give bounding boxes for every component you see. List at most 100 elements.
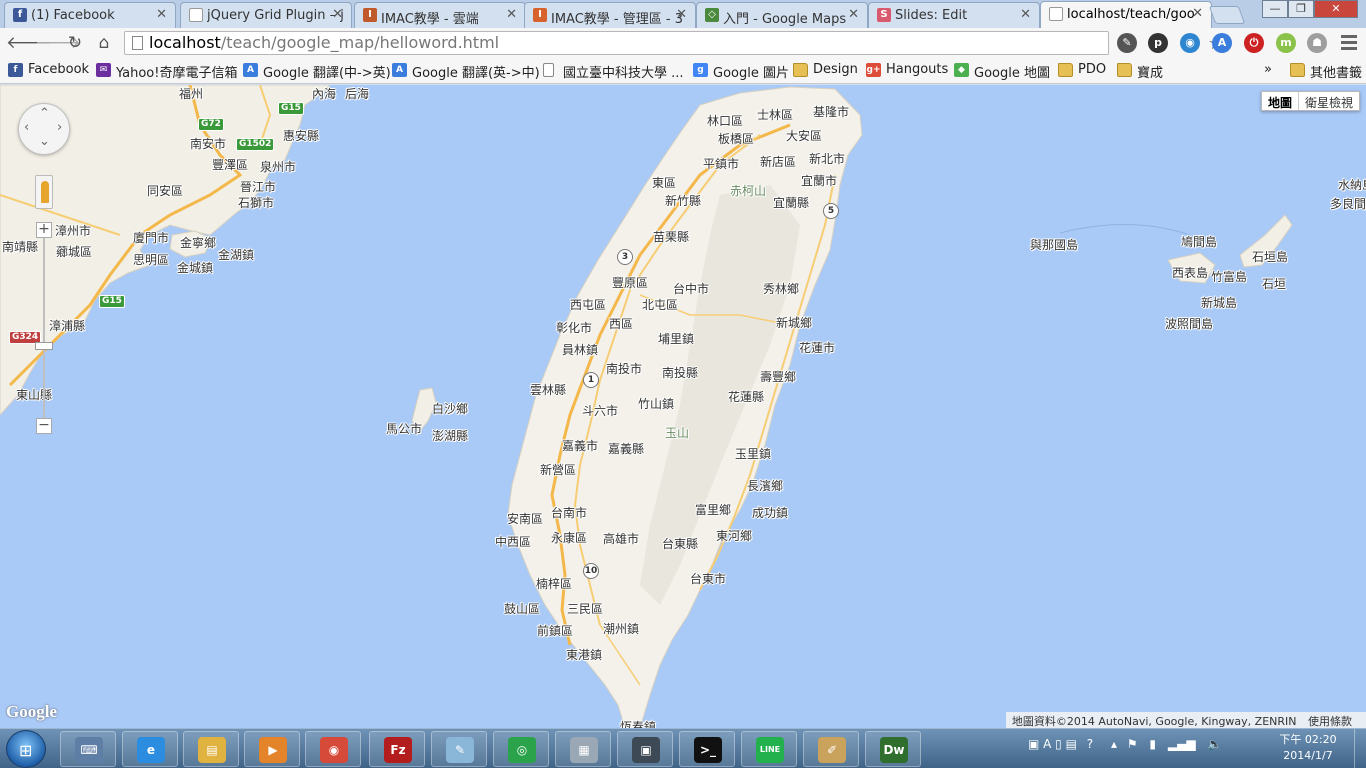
pan-up-icon[interactable]: ⌃ [39,106,50,121]
bookmark-8[interactable]: g+ Hangouts [866,62,948,77]
stop-extension-icon[interactable]: ⏻ [1244,33,1264,53]
forward-arrow-icon[interactable]: 🡒 [35,32,81,54]
map-place-label[interactable]: 三民區 [567,600,603,617]
show-desktop-button[interactable] [1354,729,1366,768]
pan-control[interactable]: ⌃ ⌄ ‹ › [18,103,70,155]
taskbar-item-8[interactable]: ◎ [493,731,549,767]
terms-of-use-link[interactable]: 使用條款 [1308,715,1352,728]
map-place-label[interactable]: 宜蘭市 [801,172,837,189]
map-place-label[interactable]: 恆春鎮 [620,718,656,728]
tab-1[interactable]: f (1) Facebook ✕ [4,2,176,28]
map-type-roadmap-button[interactable]: 地圖 [1262,92,1299,110]
map-place-label[interactable]: 鳩間島 [1181,233,1217,250]
map-place-label[interactable]: 苗栗縣 [653,228,689,245]
map-place-label[interactable]: 金寧鄉 [180,234,216,251]
taskbar-item-10[interactable]: ▣ [617,731,673,767]
bookmark-9[interactable]: ◆ Google 地圖 [954,62,1050,81]
taskbar-item-2[interactable]: e [122,731,178,767]
map-place-label[interactable]: 前鎮區 [537,622,573,639]
map-place-label[interactable]: 新北市 [809,150,845,167]
p-extension-icon[interactable]: p [1148,33,1168,53]
camera-extension-icon[interactable]: ◉ [1180,33,1200,53]
close-tab-icon[interactable]: ✕ [1192,6,1203,21]
bookmark-5[interactable]: 國立臺中科技大學 ... [543,62,684,81]
map-place-label[interactable]: 廈門市 [133,229,169,246]
reload-icon[interactable]: ↻ [64,32,86,54]
taskbar-item-13[interactable]: ✐ [803,731,859,767]
map-place-label[interactable]: 嘉義縣 [608,440,644,457]
map-place-label[interactable]: 東山縣 [16,386,52,403]
map-place-label[interactable]: 台東縣 [662,535,698,552]
map-place-label[interactable]: 東港鎮 [566,646,602,663]
flag-icon[interactable]: ⚑ [1127,737,1138,751]
close-tab-icon[interactable]: ✕ [332,7,343,22]
bookmark-10[interactable]: PDO [1058,62,1106,77]
map-place-label[interactable]: 基隆市 [813,103,849,120]
map-place-label[interactable]: 雲林縣 [530,381,566,398]
google-logo[interactable]: Google [6,702,57,722]
map-place-label[interactable]: 豐原區 [612,274,648,291]
map-place-label[interactable]: 南投市 [606,360,642,377]
minimize-button[interactable]: — [1262,0,1288,18]
close-window-button[interactable]: ✕ [1314,0,1358,18]
map-place-label[interactable]: 新竹縣 [665,192,701,209]
map-place-label[interactable]: 新城鄉 [776,314,812,331]
map-place-label[interactable]: 西屯區 [570,296,606,313]
map-place-label[interactable]: 中西區 [495,533,531,550]
back-arrow-icon[interactable]: 🡐 [6,32,52,54]
map-place-label[interactable]: 林口區 [707,112,743,129]
map-place-label[interactable]: 台南市 [551,504,587,521]
close-tab-icon[interactable]: ✕ [848,7,859,22]
map-place-label[interactable]: 西表島 [1172,264,1208,281]
map-place-label[interactable]: 新營區 [540,461,576,478]
map-place-label[interactable]: 嘉義市 [562,437,598,454]
map-place-label[interactable]: 台中市 [673,280,709,297]
map-place-label[interactable]: 花蓮市 [799,339,835,356]
menu-icon[interactable] [1341,35,1357,53]
street-view-pegman-icon[interactable] [35,175,53,209]
m-extension-icon[interactable]: m [1276,33,1296,53]
pan-down-icon[interactable]: ⌄ [39,134,50,149]
feather-extension-icon[interactable]: ✎ [1117,33,1137,53]
map-place-label[interactable]: 高雄市 [603,530,639,547]
bookmark-2[interactable]: ✉ Yahoo!奇摩電子信箱 [96,62,237,81]
map-place-label[interactable]: 斗六市 [582,402,618,419]
map-place-label[interactable]: 內海 [312,85,336,102]
map-place-label[interactable]: 西區 [609,315,633,332]
map-place-label[interactable]: 澎湖縣 [432,427,468,444]
map-place-label[interactable]: 水納島 [1338,176,1366,193]
map-place-label[interactable]: 北屯區 [642,296,678,313]
map-place-label[interactable]: 石垣島 [1252,248,1288,265]
zoom-slider-thumb[interactable] [35,342,53,350]
map-place-label[interactable]: 多良間 [1330,195,1366,212]
tray-app-icon[interactable]: ▣ A ▯ ▤ [1028,737,1077,751]
bookmarks-overflow-button[interactable]: » [1264,62,1272,77]
taskbar-item-1[interactable]: ⌨ [60,731,116,767]
close-tab-icon[interactable]: ✕ [156,7,167,22]
map-place-label[interactable]: 竹山鎮 [638,395,674,412]
close-tab-icon[interactable]: ✕ [676,7,687,22]
network-icon[interactable]: ▂▄▆ [1168,737,1196,751]
zoom-in-button[interactable]: + [36,222,52,238]
map-place-label[interactable]: 士林區 [757,106,793,123]
volume-icon[interactable]: 🔈 [1207,737,1222,751]
bookmark-4[interactable]: A Google 翻譯(英->中) [392,62,540,81]
zoom-slider-track[interactable] [43,237,45,422]
map-place-label[interactable]: 台東市 [690,570,726,587]
map-place-label[interactable]: 員林鎮 [562,341,598,358]
map-place-label[interactable]: 后海 [345,85,369,102]
taskbar-item-3[interactable]: ▤ [183,731,239,767]
map-place-label[interactable]: 新店區 [760,153,796,170]
close-tab-icon[interactable]: ✕ [1020,7,1031,22]
map-place-label[interactable]: 晉江市 [240,178,276,195]
map-place-label[interactable]: 赤柯山 [730,182,766,199]
taskbar-item-4[interactable]: ▶ [244,731,300,767]
tab-3[interactable]: I IMAC教學 - 雲端 ✕ [354,2,526,28]
bookmark-11[interactable]: 寶成 [1117,62,1163,81]
taskbar-item-5[interactable]: ◉ [305,731,361,767]
map-place-label[interactable]: 思明區 [133,251,169,268]
tab-4[interactable]: I IMAC教學 - 管理區 - 3 ✕ [524,2,696,28]
map-place-label[interactable]: 安南區 [507,510,543,527]
other-bookmarks-folder[interactable]: 其他書籤 [1290,62,1362,81]
address-bar[interactable]: localhost/teach/google_map/helloword.htm… [124,31,1224,55]
